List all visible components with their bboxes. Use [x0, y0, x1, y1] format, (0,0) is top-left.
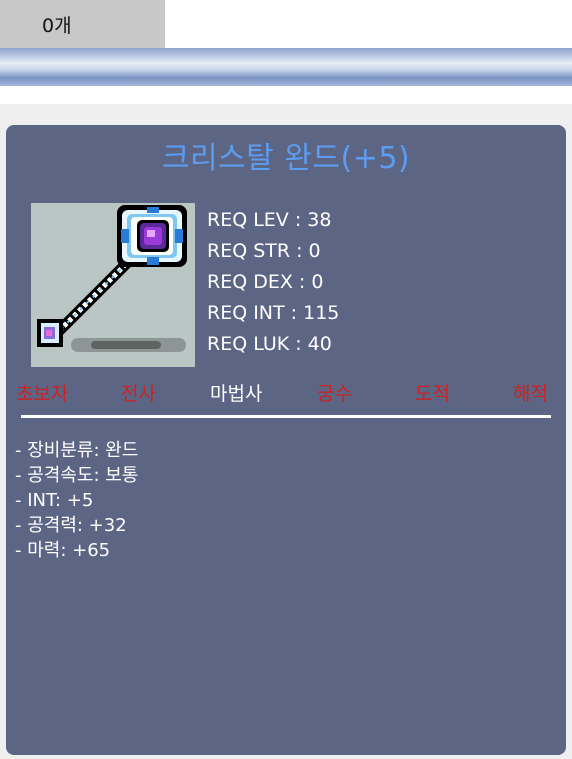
job-thief: 도적 [415, 383, 450, 405]
stat-equip-type: - 장비분류: 완드 [15, 440, 139, 461]
item-stats-list: - 장비분류: 완드 - 공격속도: 보통 - INT: +5 - 공격력: +… [15, 438, 138, 563]
req-str: REQ STR : 0 [207, 240, 321, 262]
job-beginner: 초보자 [16, 383, 69, 405]
divider [21, 415, 551, 418]
stat-magic: - 마력: +65 [15, 540, 111, 561]
requirements-list: REQ LEV : 38 REQ STR : 0 REQ DEX : 0 REQ… [207, 205, 339, 360]
crystal-wand-icon [31, 203, 195, 367]
stat-attack-speed: - 공격속도: 보통 [15, 465, 139, 486]
crystal-wand-icon-graphic [37, 205, 187, 352]
job-magician: 마법사 [210, 383, 263, 405]
job-bowman: 궁수 [317, 383, 352, 405]
req-int: REQ INT : 115 [207, 302, 340, 324]
item-count-tab: 0개 [0, 0, 165, 48]
job-warrior: 전사 [121, 383, 156, 405]
req-level: REQ LEV : 38 [207, 209, 332, 231]
job-pirate: 해적 [513, 383, 548, 405]
item-tooltip-card: 크리스탈 완드(+5) REQ LEV: 38 REQ STR: 0 REQ… [6, 125, 566, 755]
item-name: 크리스탈 완드(+5) [161, 141, 411, 176]
job-requirements: 초보자 전사 마법사 궁수 도적 해적 [6, 379, 566, 411]
header-stripe [0, 48, 572, 86]
req-luk: REQ LUK : 40 [207, 333, 332, 355]
req-dex: REQ DEX : 0 [207, 271, 324, 293]
stat-attack: - 공격력: +32 [15, 515, 127, 536]
stat-int: - INT: +5 [15, 490, 94, 511]
item-count-label: 0개 [42, 14, 72, 37]
